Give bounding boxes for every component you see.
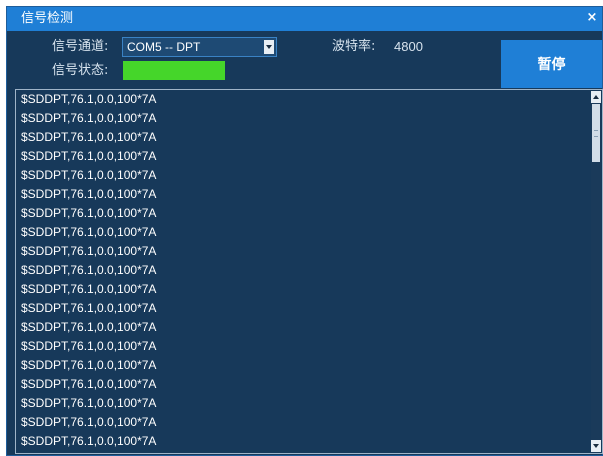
log-line: $SDDPT,76.1,0.0,100*7A — [21, 263, 157, 277]
log-line: $SDDPT,76.1,0.0,100*7A — [21, 415, 157, 429]
title-bar: 信号检测 × — [7, 7, 602, 31]
scroll-up-icon[interactable] — [591, 91, 601, 103]
log-line: $SDDPT,76.1,0.0,100*7A — [21, 301, 157, 315]
log-list: $SDDPT,76.1,0.0,100*7A $SDDPT,76.1,0.0,10… — [21, 90, 590, 451]
log-line: $SDDPT,76.1,0.0,100*7A — [21, 282, 157, 296]
scroll-down-icon[interactable] — [591, 440, 601, 452]
channel-select[interactable]: COM5 -- DPT — [122, 37, 277, 57]
log-line: $SDDPT,76.1,0.0,100*7A — [21, 225, 157, 239]
pause-button[interactable]: 暂停 — [501, 40, 602, 88]
signal-detection-window: 信号检测 × 信号通道: COM5 -- DPT 波特率: 4800 信号状态:… — [6, 6, 603, 456]
close-icon[interactable]: × — [584, 9, 600, 27]
log-line: $SDDPT,76.1,0.0,100*7A — [21, 396, 157, 410]
channel-label: 信号通道: — [52, 39, 109, 54]
log-line: $SDDPT,76.1,0.0,100*7A — [21, 206, 157, 220]
log-line: $SDDPT,76.1,0.0,100*7A — [21, 377, 157, 391]
window-title: 信号检测 — [21, 11, 74, 26]
log-line: $SDDPT,76.1,0.0,100*7A — [21, 434, 157, 448]
log-line: $SDDPT,76.1,0.0,100*7A — [21, 111, 157, 125]
log-line: $SDDPT,76.1,0.0,100*7A — [21, 320, 157, 334]
log-line: $SDDPT,76.1,0.0,100*7A — [21, 130, 157, 144]
log-line: $SDDPT,76.1,0.0,100*7A — [21, 187, 157, 201]
baud-label: 波特率: — [332, 39, 376, 54]
status-label: 信号状态: — [52, 63, 109, 78]
baud-value: 4800 — [394, 39, 423, 54]
log-line: $SDDPT,76.1,0.0,100*7A — [21, 149, 157, 163]
chevron-down-icon[interactable] — [264, 40, 274, 54]
scroll-thumb[interactable] — [592, 104, 600, 162]
channel-select-value: COM5 -- DPT — [127, 40, 201, 54]
log-line: $SDDPT,76.1,0.0,100*7A — [21, 92, 157, 106]
log-line: $SDDPT,76.1,0.0,100*7A — [21, 244, 157, 258]
log-line: $SDDPT,76.1,0.0,100*7A — [21, 168, 157, 182]
log-line: $SDDPT,76.1,0.0,100*7A — [21, 358, 157, 372]
log-panel[interactable]: $SDDPT,76.1,0.0,100*7A $SDDPT,76.1,0.0,10… — [15, 89, 603, 454]
signal-status-indicator — [123, 61, 225, 80]
log-scrollbar[interactable] — [591, 90, 601, 453]
log-line: $SDDPT,76.1,0.0,100*7A — [21, 339, 157, 353]
